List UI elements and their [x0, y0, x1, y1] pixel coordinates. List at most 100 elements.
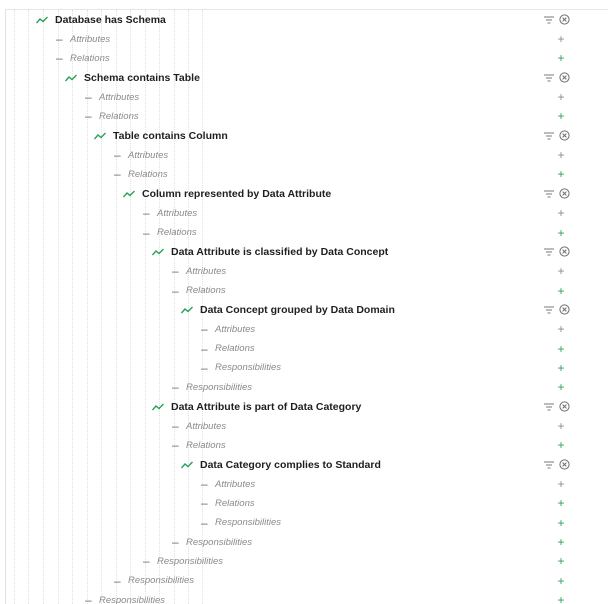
add-responsibilities-button[interactable]: +: [555, 362, 567, 374]
add-attributes-button[interactable]: +: [555, 33, 567, 45]
filter-icon[interactable]: [544, 132, 554, 140]
add-relations-button[interactable]: +: [555, 439, 567, 451]
section-toggle[interactable]: –Attributes: [201, 322, 255, 336]
relation-label: Table contains Column: [113, 130, 228, 142]
section-toggle[interactable]: –Relations: [143, 226, 197, 240]
section-label: Attributes: [186, 266, 226, 277]
section-toggle[interactable]: –Responsibilities: [201, 516, 281, 530]
close-circle-icon[interactable]: [559, 188, 570, 199]
section-label: Attributes: [70, 34, 110, 45]
section-toggle[interactable]: –Attributes: [85, 90, 139, 104]
relation-label: Data Concept grouped by Data Domain: [200, 304, 395, 316]
filter-icon[interactable]: [544, 16, 554, 24]
dash-icon: –: [114, 167, 128, 181]
section-toggle[interactable]: –Relations: [172, 438, 226, 452]
close-circle-icon[interactable]: [559, 304, 570, 315]
filter-icon[interactable]: [544, 190, 554, 198]
section-toggle[interactable]: –Responsibilities: [172, 535, 252, 549]
add-relations-button[interactable]: +: [555, 343, 567, 355]
add-attributes-button[interactable]: +: [555, 478, 567, 490]
add-responsibilities-button[interactable]: +: [555, 555, 567, 567]
section-toggle[interactable]: –Relations: [114, 167, 168, 181]
relation-toggle[interactable]: Database has Schema: [36, 14, 166, 26]
close-circle-icon[interactable]: [559, 401, 570, 412]
relation-controls: [544, 459, 570, 470]
section-toggle[interactable]: –Attributes: [56, 32, 110, 46]
section-toggle[interactable]: –Responsibilities: [172, 380, 252, 394]
add-relations-button[interactable]: +: [555, 497, 567, 509]
close-circle-icon[interactable]: [559, 14, 570, 25]
close-circle-icon[interactable]: [559, 459, 570, 470]
close-circle-icon[interactable]: [559, 246, 570, 257]
dash-icon: –: [172, 284, 186, 298]
add-attributes-button[interactable]: +: [555, 91, 567, 103]
section-toggle[interactable]: –Attributes: [172, 264, 226, 278]
relation-row: Schema contains Table: [6, 68, 608, 87]
section-row: –Responsibilities +: [6, 532, 608, 551]
section-row: –Responsibilities +: [6, 513, 608, 532]
add-responsibilities-button[interactable]: +: [555, 575, 567, 587]
dash-icon: –: [85, 109, 99, 123]
relation-row: Data Attribute is part of Data Category: [6, 397, 608, 416]
dash-icon: –: [172, 419, 186, 433]
relation-toggle[interactable]: Data Concept grouped by Data Domain: [181, 304, 395, 316]
section-toggle[interactable]: –Attributes: [201, 477, 255, 491]
dash-icon: –: [172, 535, 186, 549]
relation-controls: [544, 401, 570, 412]
add-attributes-button[interactable]: +: [555, 420, 567, 432]
section-toggle[interactable]: –Responsibilities: [85, 593, 165, 604]
relation-toggle[interactable]: Data Category complies to Standard: [181, 459, 381, 471]
trend-line-icon: [181, 461, 200, 469]
add-relations-button[interactable]: +: [555, 168, 567, 180]
add-responsibilities-button[interactable]: +: [555, 536, 567, 548]
relation-toggle[interactable]: Column represented by Data Attribute: [123, 188, 331, 200]
section-label: Attributes: [186, 421, 226, 432]
relation-toggle[interactable]: Data Attribute is classified by Data Con…: [152, 246, 388, 258]
filter-icon[interactable]: [544, 403, 554, 411]
close-circle-icon[interactable]: [559, 130, 570, 141]
section-toggle[interactable]: –Relations: [201, 342, 255, 356]
section-toggle[interactable]: –Responsibilities: [201, 361, 281, 375]
section-row: –Attributes +: [6, 416, 608, 435]
trend-line-icon: [65, 74, 84, 82]
filter-icon[interactable]: [544, 461, 554, 469]
relation-controls: [544, 304, 570, 315]
section-toggle[interactable]: –Responsibilities: [114, 574, 194, 588]
relation-toggle[interactable]: Schema contains Table: [65, 72, 200, 84]
add-relations-button[interactable]: +: [555, 52, 567, 64]
filter-icon[interactable]: [544, 248, 554, 256]
section-label: Attributes: [215, 479, 255, 490]
dash-icon: –: [56, 32, 70, 46]
filter-icon[interactable]: [544, 306, 554, 314]
section-row: –Attributes +: [6, 204, 608, 223]
section-toggle[interactable]: –Relations: [56, 51, 110, 65]
section-toggle[interactable]: –Relations: [201, 496, 255, 510]
section-toggle[interactable]: –Attributes: [172, 419, 226, 433]
relation-toggle[interactable]: Table contains Column: [94, 130, 228, 142]
section-toggle[interactable]: –Relations: [85, 109, 139, 123]
add-relations-button[interactable]: +: [555, 227, 567, 239]
add-attributes-button[interactable]: +: [555, 149, 567, 161]
section-row: –Attributes +: [6, 474, 608, 493]
relation-row: Table contains Column: [6, 126, 608, 145]
relation-row: Data Concept grouped by Data Domain: [6, 300, 608, 319]
add-attributes-button[interactable]: +: [555, 265, 567, 277]
relation-toggle[interactable]: Data Attribute is part of Data Category: [152, 401, 361, 413]
section-toggle[interactable]: –Relations: [172, 284, 226, 298]
section-toggle[interactable]: –Attributes: [143, 206, 197, 220]
close-circle-icon[interactable]: [559, 72, 570, 83]
section-label: Responsibilities: [215, 517, 281, 528]
add-relations-button[interactable]: +: [555, 110, 567, 122]
add-attributes-button[interactable]: +: [555, 323, 567, 335]
add-relations-button[interactable]: +: [555, 285, 567, 297]
dash-icon: –: [85, 90, 99, 104]
add-responsibilities-button[interactable]: +: [555, 381, 567, 393]
filter-icon[interactable]: [544, 74, 554, 82]
section-toggle[interactable]: –Attributes: [114, 148, 168, 162]
section-toggle[interactable]: –Responsibilities: [143, 554, 223, 568]
dash-icon: –: [201, 477, 215, 491]
dash-icon: –: [114, 574, 128, 588]
add-attributes-button[interactable]: +: [555, 207, 567, 219]
trend-line-icon: [181, 306, 200, 314]
add-responsibilities-button[interactable]: +: [555, 517, 567, 529]
